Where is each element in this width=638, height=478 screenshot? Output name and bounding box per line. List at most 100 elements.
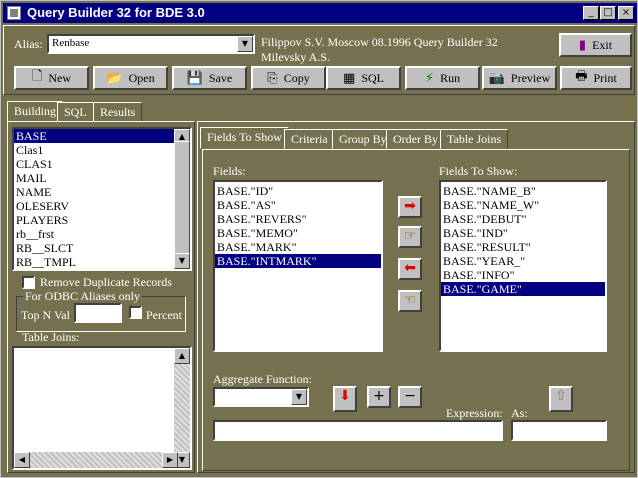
remove-duplicates-checkbox[interactable] xyxy=(22,276,35,289)
aggregate-select[interactable]: ▼ xyxy=(213,387,309,407)
scroll-right-arrow-icon[interactable]: ▶ xyxy=(162,452,178,468)
tab-group-by[interactable]: Group By xyxy=(332,129,394,149)
tab-results[interactable]: Results xyxy=(93,102,143,122)
list-item[interactable]: BASE."NAME_B" xyxy=(441,184,605,198)
new-label: New xyxy=(48,70,72,85)
top-n-input[interactable] xyxy=(74,303,122,323)
list-item[interactable]: Clas1 xyxy=(14,143,190,157)
scroll-down-arrow-icon[interactable]: ▼ xyxy=(174,253,190,269)
preview-button[interactable]: 📷 Preview xyxy=(482,66,557,90)
list-item[interactable]: BASE."NAME_W" xyxy=(441,198,605,212)
minimize-button[interactable]: _ xyxy=(583,6,599,20)
window-title: Query Builder 32 for BDE 3.0 xyxy=(27,5,205,20)
tab-building[interactable]: Building xyxy=(7,101,64,123)
preview-label: Preview xyxy=(510,70,551,85)
tab-sql[interactable]: SQL xyxy=(57,102,94,122)
list-item[interactable]: NAME xyxy=(14,185,190,199)
exit-label: Exit xyxy=(592,37,613,52)
copy-button[interactable]: ⎘ Copy xyxy=(251,66,326,90)
fields-to-show-list[interactable]: BASE."NAME_B" BASE."NAME_W" BASE."DEBUT" BA… xyxy=(439,180,607,352)
list-item[interactable]: BASE."AS" xyxy=(215,198,381,212)
tab-fields-to-show[interactable]: Fields To Show xyxy=(200,127,289,149)
tables-scrollbar[interactable]: ▲ ▼ xyxy=(174,129,190,269)
main-window: Query Builder 32 for BDE 3.0 _ □ × Alias… xyxy=(0,0,638,478)
new-button[interactable]: 🗋 New xyxy=(14,66,89,90)
alias-select[interactable]: Renbase ▼ xyxy=(47,34,255,54)
app-icon[interactable] xyxy=(7,6,21,20)
chevron-down-icon[interactable]: ▼ xyxy=(237,36,253,52)
list-item[interactable]: rb__frst xyxy=(14,227,190,241)
close-button[interactable]: × xyxy=(618,6,634,20)
fields-label: Fields: xyxy=(213,164,246,178)
percent-checkbox[interactable] xyxy=(129,306,142,319)
table-joins-label: Table Joins: xyxy=(22,330,80,344)
tab-criteria[interactable]: Criteria xyxy=(284,129,335,149)
odbc-group: For ODBC Aliases only Top N Val Percent xyxy=(16,289,186,332)
exit-button[interactable]: ▮ Exit xyxy=(559,33,632,57)
add-field-arrow-icon[interactable]: ➡ xyxy=(398,196,422,218)
list-item[interactable]: BASE."DEBUT" xyxy=(441,212,605,226)
copy-label: Copy xyxy=(283,70,310,85)
tab-table-joins[interactable]: Table Joins xyxy=(440,129,509,149)
list-item[interactable]: BASE."INTMARK" xyxy=(215,254,381,268)
maximize-button[interactable]: □ xyxy=(600,6,616,20)
scroll-thumb[interactable] xyxy=(174,141,190,255)
list-item[interactable]: BASE."MARK" xyxy=(215,240,381,254)
save-button[interactable]: 💾 Save xyxy=(172,66,247,90)
tables-list[interactable]: BASE Clas1 CLAS1 MAIL NAME OLESERV PLAYERS rb__… xyxy=(12,127,192,271)
fields-rows: BASE."ID" BASE."AS" BASE."REVERS" BASE."MEM… xyxy=(215,182,381,268)
run-label: Run xyxy=(440,70,461,85)
fields-list[interactable]: BASE."ID" BASE."AS" BASE."REVERS" BASE."MEM… xyxy=(213,180,383,352)
list-item[interactable]: MAIL xyxy=(14,171,190,185)
tab-order-by[interactable]: Order By xyxy=(386,129,445,149)
up-arrow-icon[interactable]: ⇧ xyxy=(549,386,573,412)
list-item[interactable]: BASE."YEAR_" xyxy=(441,254,605,268)
list-item[interactable]: BASE."GAME" xyxy=(441,282,605,296)
floppy-icon: 💾 xyxy=(186,70,203,86)
list-item[interactable]: BASE."IND" xyxy=(441,226,605,240)
open-button[interactable]: 📂 Open xyxy=(93,66,168,90)
header-panel: Alias: Renbase ▼ Filippov S.V. Moscow 08… xyxy=(3,25,635,95)
joins-hscrollbar[interactable]: ◀ ▶ xyxy=(14,452,178,468)
table-joins-list[interactable]: ▲ ▼ ◀ ▶ xyxy=(12,346,192,470)
down-arrow-icon[interactable]: ⬇ xyxy=(333,386,357,412)
run-button[interactable]: ⚡ Run xyxy=(405,66,480,90)
list-item[interactable]: RB__SLCT xyxy=(14,241,190,255)
save-label: Save xyxy=(208,70,233,85)
credits-line-2: Milevsky A.S. xyxy=(261,50,331,64)
tables-rows: BASE Clas1 CLAS1 MAIL NAME OLESERV PLAYERS rb__… xyxy=(14,129,190,269)
add-all-fields-icon[interactable]: ☞ xyxy=(398,226,422,248)
list-item[interactable]: RB__TMPL xyxy=(14,255,190,269)
title-bar[interactable]: Query Builder 32 for BDE 3.0 _ □ × xyxy=(3,3,637,23)
list-item[interactable]: CLAS1 xyxy=(14,157,190,171)
as-label: As: xyxy=(511,406,528,420)
printer-icon: 🖶 xyxy=(575,69,588,84)
list-item[interactable]: BASE xyxy=(14,129,190,143)
sql-label: SQL xyxy=(361,70,384,85)
show-fields-rows: BASE."NAME_B" BASE."NAME_W" BASE."DEBUT" BA… xyxy=(441,182,605,296)
credits-line-1: Filippov S.V. Moscow 08.1996 Query Build… xyxy=(261,35,498,49)
list-item[interactable]: OLESERV xyxy=(14,199,190,213)
plus-icon[interactable]: + xyxy=(367,386,391,408)
expression-input[interactable] xyxy=(213,420,503,441)
folder-icon: 📂 xyxy=(106,70,123,86)
chevron-down-icon[interactable]: ▼ xyxy=(291,389,307,405)
print-button[interactable]: 🖶 Print xyxy=(560,66,632,90)
fields-tab-content: Fields: BASE."ID" BASE."AS" BASE."REVERS" B… xyxy=(202,149,630,471)
odbc-group-label: For ODBC Aliases only xyxy=(23,289,143,304)
list-item[interactable]: BASE."RESULT" xyxy=(441,240,605,254)
remove-field-arrow-icon[interactable]: ⬅ xyxy=(398,258,422,280)
remove-all-fields-icon[interactable]: ☜ xyxy=(398,290,422,312)
joins-scrollbar[interactable]: ▲ ▼ xyxy=(174,348,190,468)
remove-duplicates-label: Remove Duplicate Records xyxy=(40,275,172,289)
list-item[interactable]: BASE."INFO" xyxy=(441,268,605,282)
list-item[interactable]: BASE."REVERS" xyxy=(215,212,381,226)
scroll-left-arrow-icon[interactable]: ◀ xyxy=(14,452,30,468)
scroll-up-arrow-icon[interactable]: ▲ xyxy=(174,348,190,364)
minus-icon[interactable]: − xyxy=(398,386,422,408)
sql-button[interactable]: ▦ SQL xyxy=(326,66,401,90)
list-item[interactable]: BASE."ID" xyxy=(215,184,381,198)
as-input[interactable] xyxy=(511,420,607,441)
list-item[interactable]: PLAYERS xyxy=(14,213,190,227)
list-item[interactable]: BASE."MEMO" xyxy=(215,226,381,240)
